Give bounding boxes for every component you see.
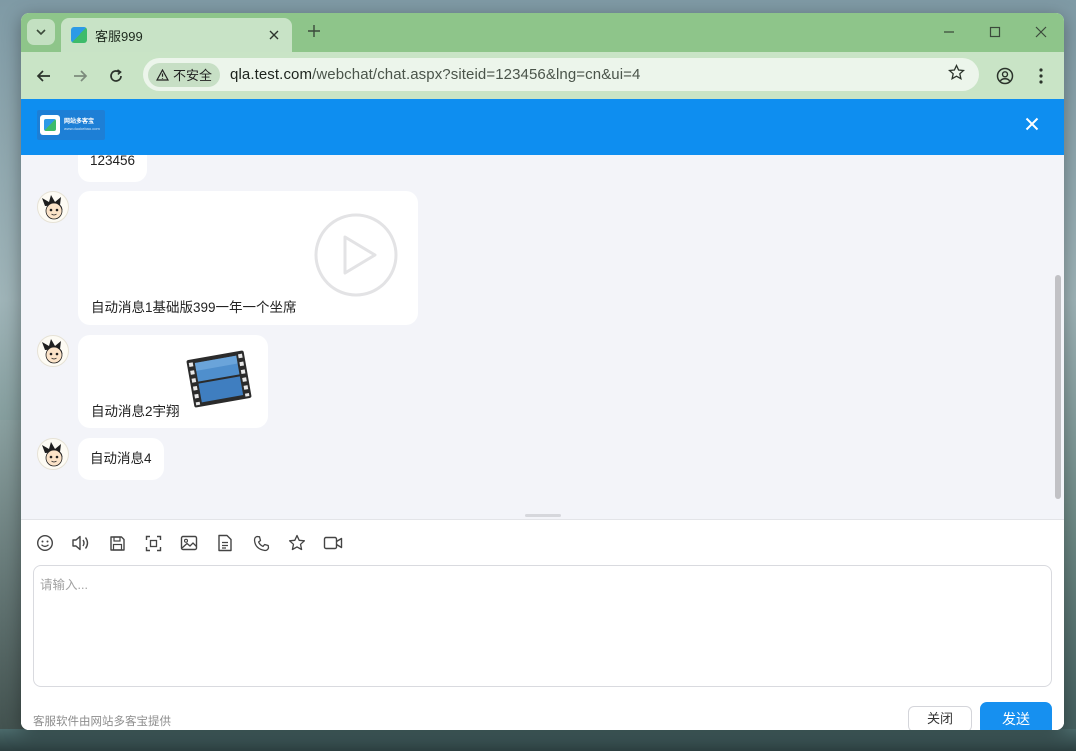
favorite-button[interactable] — [286, 532, 308, 554]
image-icon — [180, 535, 198, 551]
tab-search-button[interactable] — [27, 19, 55, 45]
browser-toolbar: 不安全 qla.test.com/webchat/chat.aspx?sitei… — [21, 52, 1064, 99]
minimize-icon — [944, 31, 954, 33]
avatar-cartoon-icon — [42, 339, 63, 364]
url-path: /webchat/chat.aspx?siteid=123456&lng=cn&… — [312, 66, 641, 83]
window-close-button[interactable] — [1024, 20, 1058, 44]
site-logo: 网站多客宝 www.duokebao.com — [37, 110, 105, 140]
chat-close-button[interactable] — [1022, 115, 1042, 135]
agent-avatar — [37, 335, 69, 367]
agent-avatar — [37, 191, 69, 223]
more-vert-icon — [1039, 68, 1043, 84]
new-tab-button[interactable] — [304, 21, 324, 44]
reload-icon — [110, 69, 122, 82]
resize-handle[interactable] — [525, 514, 561, 517]
phone-button[interactable] — [250, 532, 272, 554]
logo-url: www.duokebao.com — [64, 126, 100, 131]
maximize-icon — [989, 26, 1001, 38]
file-button[interactable] — [214, 532, 236, 554]
profile-button[interactable] — [993, 64, 1017, 88]
message-text: 自动消息1基础版399一年一个坐席 — [91, 300, 297, 315]
logo-title: 网站多客宝 — [64, 119, 95, 125]
star-outline-icon — [947, 63, 966, 80]
desktop-background-bottom — [0, 729, 1076, 751]
security-indicator[interactable]: 不安全 — [148, 62, 221, 87]
screenshot-button[interactable] — [142, 532, 164, 554]
address-bar[interactable]: 不安全 qla.test.com/webchat/chat.aspx?sitei… — [143, 58, 979, 91]
close-icon — [1025, 117, 1039, 131]
image-button[interactable] — [178, 532, 200, 554]
star-icon — [288, 534, 306, 551]
phone-icon — [253, 535, 269, 551]
avatar-cartoon-icon — [42, 195, 63, 220]
voice-icon — [72, 535, 89, 551]
minimize-button[interactable] — [932, 20, 966, 44]
warning-icon — [156, 68, 169, 81]
profile-icon — [996, 67, 1014, 85]
message-bubble: 123456 — [78, 155, 148, 182]
browser-window: 客服999 不安全 qla.test.com/webchat/chat.aspx… — [21, 13, 1064, 730]
message-bubble: 自动消息4 — [78, 438, 164, 480]
film-strip-icon[interactable] — [184, 349, 254, 409]
message-list[interactable]: 123456 自动消息1基础版399一年一个坐席 自动消息2宇翔 自动消息4 — [21, 155, 1064, 513]
message-scrollbar[interactable] — [1055, 275, 1061, 499]
agent-avatar — [37, 438, 69, 470]
file-icon — [218, 534, 232, 552]
close-icon — [1035, 26, 1047, 38]
message-text: 123456 — [90, 155, 136, 168]
logo-mark-icon — [40, 115, 60, 135]
url-host: qla.test.com — [230, 66, 313, 83]
security-label: 不安全 — [173, 68, 213, 83]
message-bubble: 自动消息2宇翔 — [78, 335, 268, 428]
url-text: qla.test.com/webchat/chat.aspx?siteid=12… — [230, 66, 640, 83]
message-bubble: 自动消息1基础版399一年一个坐席 — [78, 191, 418, 325]
composer: 客服软件由网站多客宝提供 关闭 发送 — [21, 519, 1064, 730]
chat-page: 网站多客宝 www.duokebao.com 123456 自动消息1基础版39… — [21, 99, 1064, 730]
video-play-icon[interactable] — [313, 212, 399, 298]
plus-icon — [308, 25, 320, 37]
close-chat-button[interactable]: 关闭 — [908, 706, 972, 730]
save-button[interactable] — [106, 532, 128, 554]
chat-header: 网站多客宝 www.duokebao.com — [21, 99, 1064, 155]
send-button[interactable]: 发送 — [980, 702, 1052, 730]
maximize-button[interactable] — [978, 20, 1012, 44]
voice-button[interactable] — [70, 532, 92, 554]
message-input[interactable] — [33, 565, 1052, 687]
forward-button[interactable] — [68, 64, 92, 88]
arrow-right-icon — [74, 70, 88, 82]
video-call-button[interactable] — [322, 532, 344, 554]
avatar-cartoon-icon — [42, 442, 63, 467]
arrow-left-icon — [36, 70, 50, 82]
video-icon — [323, 536, 343, 550]
bookmark-button[interactable] — [947, 63, 966, 86]
tab-bar: 客服999 — [21, 13, 1064, 52]
menu-button[interactable] — [1029, 64, 1053, 88]
message-text: 自动消息2宇翔 — [91, 404, 180, 419]
reload-button[interactable] — [104, 64, 128, 88]
emoji-icon — [36, 534, 54, 552]
message-text: 自动消息4 — [90, 451, 152, 466]
back-button[interactable] — [32, 64, 56, 88]
save-icon — [109, 535, 125, 551]
browser-tab[interactable]: 客服999 — [61, 18, 292, 52]
powered-by-note: 客服软件由网站多客宝提供 — [33, 716, 171, 728]
favicon-icon — [71, 27, 87, 43]
screenshot-icon — [145, 535, 161, 551]
emoji-button[interactable] — [34, 532, 56, 554]
tab-title: 客服999 — [95, 28, 143, 44]
chevron-down-icon — [36, 29, 46, 36]
tab-close-icon[interactable] — [266, 27, 282, 44]
